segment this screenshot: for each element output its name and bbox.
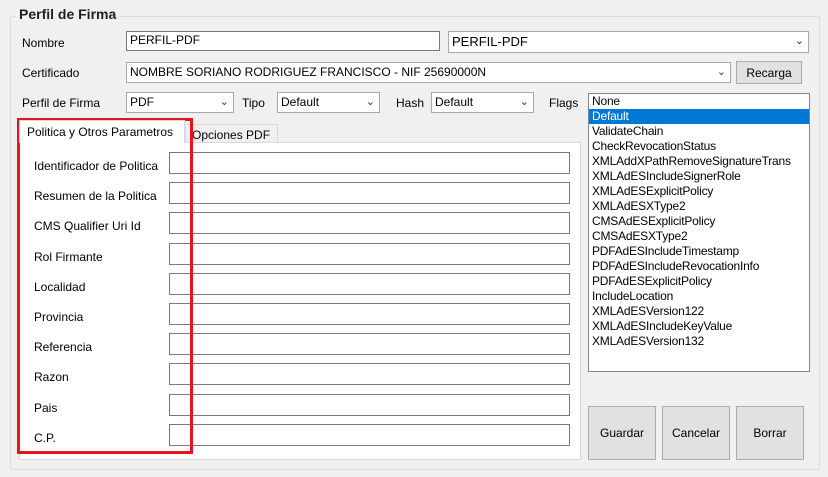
flags-listbox[interactable]: None Default ValidateChain CheckRevocationS… — [588, 93, 810, 372]
guardar-button[interactable]: Guardar — [588, 406, 656, 460]
certificado-combo[interactable]: NOMBRE SORIANO RODRIGUEZ FRANCISCO - NIF… — [126, 62, 731, 83]
field-label: Provincia — [34, 310, 84, 324]
tipo-combo-value: Default — [281, 95, 320, 109]
field-label: C.P. — [34, 431, 56, 445]
chevron-down-icon: ⌄ — [365, 96, 375, 108]
field-label: Resumen de la Politica — [34, 189, 157, 203]
nombre-combo[interactable]: PERFIL-PDF ⌄ — [448, 31, 809, 53]
flags-list-item[interactable]: CMSAdESExplicitPolicy — [589, 214, 809, 229]
flags-list-item[interactable]: XMLAdESVersion132 — [589, 334, 809, 349]
field-label: Razon — [34, 370, 69, 384]
certificado-combo-value: NOMBRE SORIANO RODRIGUEZ FRANCISCO - NIF… — [130, 65, 487, 79]
tipo-combo[interactable]: Default ⌄ — [277, 92, 380, 113]
flags-list-item[interactable]: ValidateChain — [589, 124, 809, 139]
nombre-label: Nombre — [22, 36, 65, 50]
chevron-down-icon: ⌄ — [519, 96, 529, 108]
hash-combo[interactable]: Default ⌄ — [431, 92, 534, 113]
field-input[interactable] — [169, 394, 570, 416]
flags-label: Flags — [549, 96, 579, 110]
field-label: Rol Firmante — [34, 250, 103, 264]
field-input[interactable] — [169, 243, 570, 265]
nombre-input[interactable]: PERFIL-PDF — [126, 31, 440, 51]
field-label: Identificador de Politica — [34, 159, 159, 173]
flags-list-item[interactable]: XMLAdESExplicitPolicy — [589, 184, 809, 199]
field-input[interactable] — [169, 182, 570, 204]
flags-list-item[interactable]: XMLAdESXType2 — [589, 199, 809, 214]
flags-list-item[interactable]: PDFAdESIncludeRevocationInfo — [589, 259, 809, 274]
field-input[interactable] — [169, 152, 570, 174]
field-label: Referencia — [34, 340, 93, 354]
perfil-combo[interactable]: PDF ⌄ — [126, 92, 234, 113]
flags-list-item[interactable]: Default — [589, 109, 809, 124]
field-input[interactable] — [169, 333, 570, 355]
chevron-down-icon: ⌄ — [794, 35, 804, 47]
field-label: Localidad — [34, 280, 86, 294]
certificado-label: Certificado — [22, 66, 80, 80]
flags-list-item[interactable]: XMLAdESIncludeKeyValue — [589, 319, 809, 334]
perfil-combo-value: PDF — [130, 95, 154, 109]
chevron-down-icon: ⌄ — [716, 66, 726, 78]
tab-politica[interactable]: Politica y Otros Parametros — [19, 120, 185, 143]
flags-list-item[interactable]: CheckRevocationStatus — [589, 139, 809, 154]
flags-list-item[interactable]: XMLAddXPathRemoveSignatureTrans — [589, 154, 809, 169]
field-input[interactable] — [169, 273, 570, 295]
flags-list-item[interactable]: XMLAdESVersion122 — [589, 304, 809, 319]
flags-list-item[interactable]: PDFAdESExplicitPolicy — [589, 274, 809, 289]
field-input[interactable] — [169, 303, 570, 325]
field-input[interactable] — [169, 363, 570, 385]
tab-opciones-pdf[interactable]: Opciones PDF — [185, 124, 278, 143]
perfil-label: Perfil de Firma — [22, 96, 101, 110]
flags-list-item[interactable]: None — [589, 94, 809, 109]
flags-list-item[interactable]: CMSAdESXType2 — [589, 229, 809, 244]
field-label: CMS Qualifier Uri Id — [34, 219, 141, 233]
field-input[interactable] — [169, 424, 570, 446]
chevron-down-icon: ⌄ — [219, 96, 229, 108]
hash-combo-value: Default — [435, 95, 474, 109]
field-label: Pais — [34, 401, 58, 415]
group-title: Perfil de Firma — [16, 6, 120, 22]
borrar-button[interactable]: Borrar — [736, 406, 804, 460]
recarga-button[interactable]: Recarga — [736, 61, 802, 84]
field-input[interactable] — [169, 212, 570, 234]
cancelar-button[interactable]: Cancelar — [662, 406, 730, 460]
hash-label: Hash — [396, 96, 425, 110]
nombre-combo-value: PERFIL-PDF — [452, 34, 528, 49]
flags-list-item[interactable]: PDFAdESIncludeTimestamp — [589, 244, 809, 259]
flags-list-item[interactable]: IncludeLocation — [589, 289, 809, 304]
flags-list-item[interactable]: XMLAdESIncludeSignerRole — [589, 169, 809, 184]
tipo-label: Tipo — [242, 96, 265, 110]
